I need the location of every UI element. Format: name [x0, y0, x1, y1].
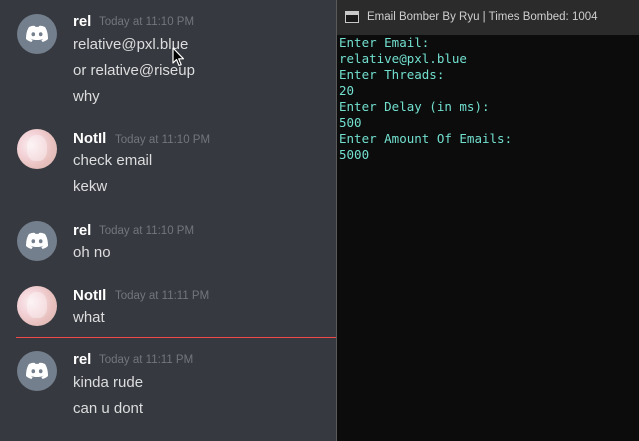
mouse-cursor-icon — [172, 47, 185, 67]
console-line: 500 — [339, 115, 362, 130]
message-group: rel Today at 11:10 PM relative@pxl.blue … — [0, 0, 340, 120]
message-group: NotIl Today at 11:10 PM check email kekw — [0, 120, 340, 210]
avatar[interactable] — [17, 351, 57, 391]
avatar[interactable] — [17, 14, 57, 54]
message-timestamp: Today at 11:10 PM — [115, 134, 211, 146]
console-output[interactable]: Enter Email: relative@pxl.blue Enter Thr… — [339, 35, 639, 163]
message-text: what — [73, 309, 105, 326]
console-line: Enter Delay (in ms): — [339, 99, 490, 114]
message-group: NotIl Today at 11:11 PM what — [0, 275, 340, 337]
console-app-icon — [345, 11, 359, 23]
console-line: Enter Threads: — [339, 67, 445, 82]
message-group: rel Today at 11:10 PM oh no — [0, 210, 340, 275]
message-timestamp: Today at 11:10 PM — [99, 225, 195, 237]
discord-logo-icon — [26, 25, 48, 42]
message-text: can u dont — [73, 400, 144, 417]
message-author[interactable]: NotIl — [73, 130, 106, 147]
avatar[interactable] — [17, 286, 57, 326]
message-text: why — [73, 88, 100, 105]
discord-logo-icon — [26, 232, 48, 249]
console-line: Enter Email: — [339, 35, 430, 50]
message-group: rel Today at 11:11 PM kinda rude can u d… — [0, 338, 340, 441]
message-timestamp: Today at 11:10 PM — [99, 16, 195, 28]
message-author[interactable]: NotIl — [73, 287, 106, 304]
message-text: oh no — [73, 244, 111, 261]
message-author[interactable]: rel — [73, 13, 91, 30]
message-timestamp: Today at 11:11 PM — [99, 354, 194, 366]
console-window[interactable]: Email Bomber By Ryu | Times Bombed: 1004… — [336, 0, 639, 441]
message-text: kinda rude — [73, 374, 144, 391]
message-author[interactable]: rel — [73, 351, 91, 368]
console-line: Enter Amount Of Emails: — [339, 131, 513, 146]
avatar[interactable] — [17, 221, 57, 261]
avatar[interactable] — [17, 129, 57, 169]
message-timestamp: Today at 11:11 PM — [115, 290, 210, 302]
discord-logo-icon — [26, 362, 48, 379]
console-titlebar[interactable]: Email Bomber By Ryu | Times Bombed: 1004 — [337, 0, 639, 35]
message-text: relative@pxl.blue — [73, 36, 189, 53]
message-text: check email — [73, 152, 153, 169]
message-author[interactable]: rel — [73, 222, 91, 239]
console-line: relative@pxl.blue — [339, 51, 467, 66]
console-title: Email Bomber By Ryu | Times Bombed: 1004 — [367, 11, 598, 23]
console-line: 20 — [339, 83, 355, 98]
message-text: kekw — [73, 178, 108, 195]
console-line: 5000 — [339, 147, 370, 162]
